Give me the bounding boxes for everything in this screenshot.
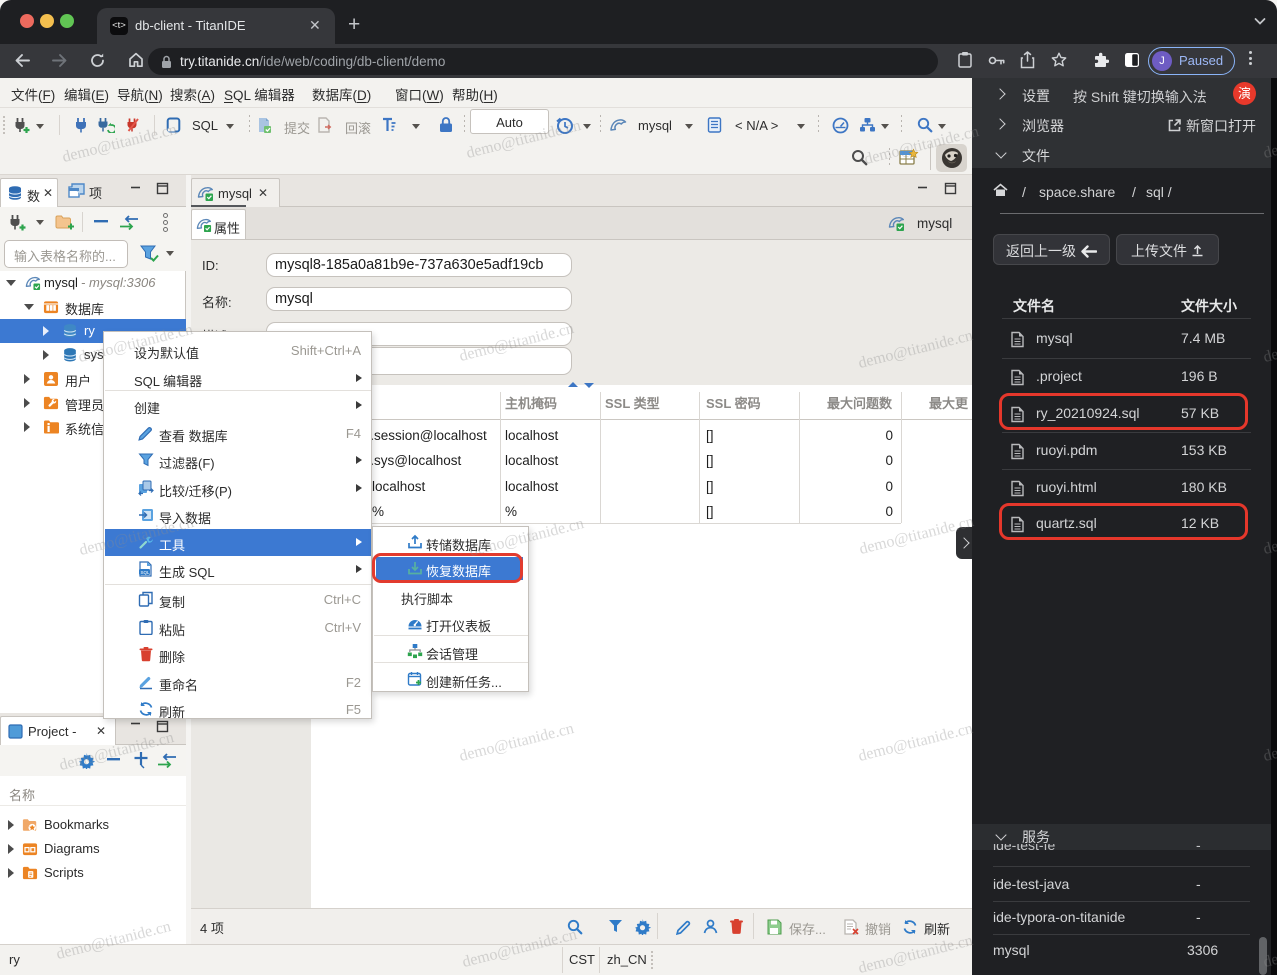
svg-text:SQL: SQL xyxy=(141,570,151,575)
